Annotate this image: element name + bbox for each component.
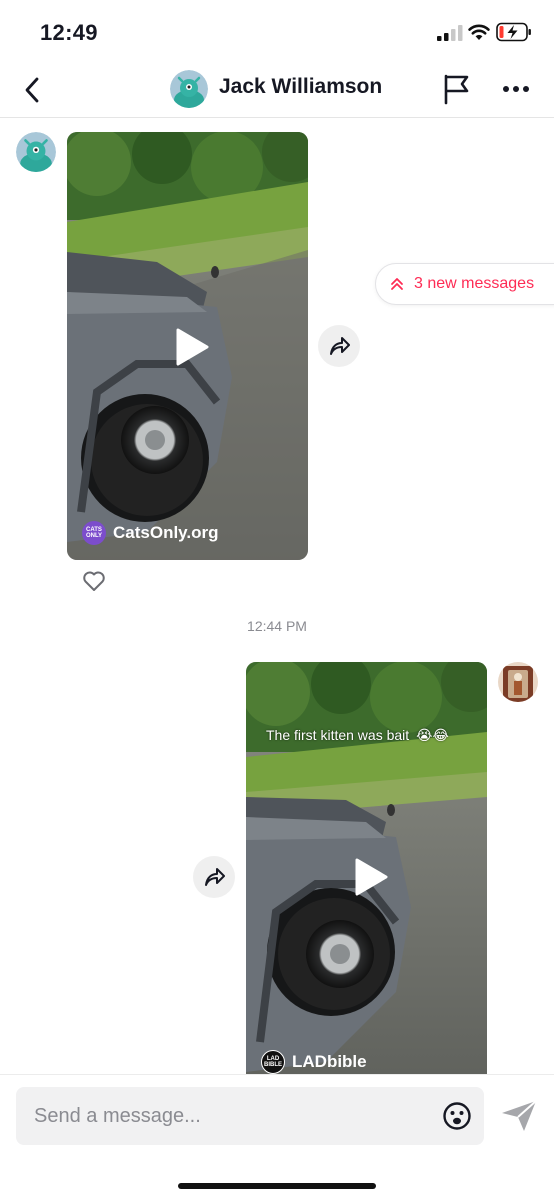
contact-name[interactable]: Jack Williamson: [219, 75, 382, 99]
play-icon[interactable]: [354, 858, 388, 896]
source-logo: CATS ONLY: [82, 521, 106, 545]
send-button[interactable]: [500, 1099, 538, 1133]
contact-avatar[interactable]: [170, 70, 208, 108]
more-horizontal-icon: [503, 86, 529, 92]
video-source: CATS ONLY CatsOnly.org: [82, 521, 218, 545]
play-icon[interactable]: [175, 328, 209, 366]
share-arrow-icon: [205, 868, 225, 886]
status-time: 12:49: [40, 20, 98, 45]
home-indicator: [178, 1183, 376, 1189]
forward-button[interactable]: [193, 856, 235, 898]
source-name: LADbible: [292, 1052, 367, 1071]
shared-video-card[interactable]: CATS ONLY CatsOnly.org: [67, 132, 308, 560]
default-avatar-icon: [170, 70, 208, 108]
sender-avatar[interactable]: [16, 132, 56, 172]
video-source: LAD BIBLE LADbible: [261, 1050, 367, 1074]
message-timestamp: 12:44 PM: [247, 618, 307, 634]
wifi-icon: [468, 24, 490, 40]
emoji-icon: [443, 1102, 471, 1130]
my-avatar[interactable]: [498, 662, 538, 702]
new-messages-label: 3 new messages: [414, 275, 535, 292]
more-options-button[interactable]: [500, 74, 534, 104]
like-button[interactable]: [82, 570, 106, 592]
battery-charging-icon: [496, 22, 531, 42]
message-input-container: [16, 1087, 484, 1145]
video-caption: The first kitten was bait 😭😂: [266, 727, 449, 743]
new-messages-pill[interactable]: 3 new messages: [375, 263, 554, 305]
forward-button[interactable]: [318, 325, 360, 367]
status-bar: 12:49: [0, 0, 554, 62]
back-button[interactable]: [16, 72, 48, 108]
emoji-button[interactable]: [442, 1101, 472, 1131]
flag-icon: [444, 74, 469, 105]
send-icon: [502, 1100, 537, 1131]
double-chevron-up-icon: [391, 278, 403, 290]
shared-video-card[interactable]: The first kitten was bait 😭😂 LAD BIBLE L…: [246, 662, 487, 1074]
source-name: CatsOnly.org: [113, 523, 219, 542]
chat-header: Jack Williamson: [0, 62, 554, 118]
user-avatar-photo: [498, 662, 538, 702]
message-composer: [0, 1074, 554, 1200]
chevron-left-icon: [25, 77, 39, 103]
message-input[interactable]: [16, 1087, 436, 1145]
report-button[interactable]: [440, 72, 474, 106]
heart-icon: [83, 571, 105, 591]
cellular-signal-icon: [437, 25, 463, 41]
default-avatar-icon: [16, 132, 56, 172]
source-logo: LAD BIBLE: [261, 1050, 285, 1074]
share-arrow-icon: [330, 337, 350, 355]
